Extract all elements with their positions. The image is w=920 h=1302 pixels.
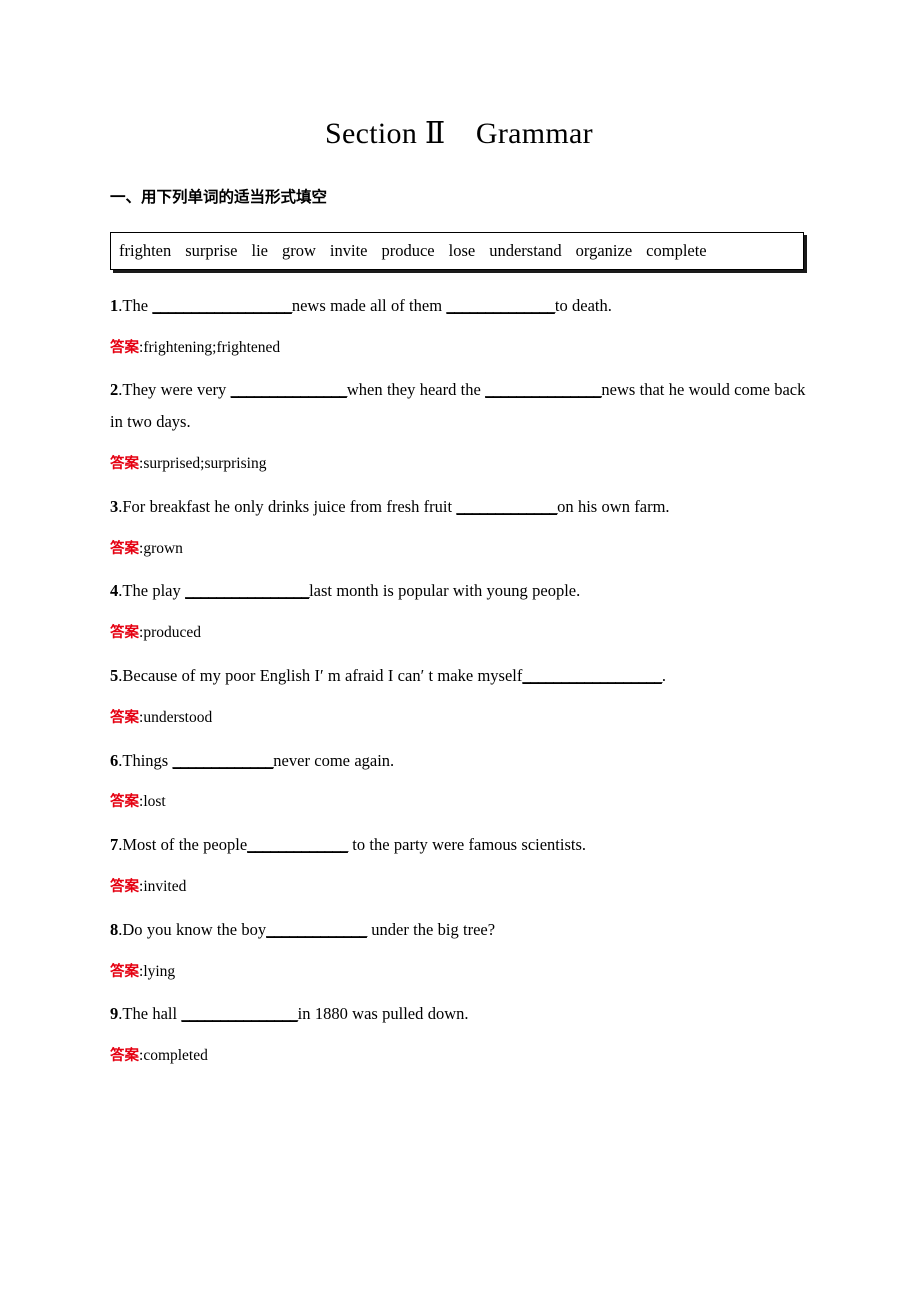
answer-label: 答案	[110, 339, 139, 356]
question-fragment: when they heard the	[346, 380, 486, 400]
answer-line: 答案:understood	[110, 692, 808, 730]
answer-line: 答案:invited	[110, 861, 808, 899]
answer-label: 答案	[110, 540, 139, 557]
answer-blank[interactable]: ______________	[446, 296, 555, 315]
answer-value: lost	[143, 793, 166, 811]
word-bank-word: invite	[329, 240, 368, 260]
question-fragment: under the big tree?	[366, 919, 496, 939]
question-fragment: .The hall	[118, 1004, 182, 1024]
answer-blank[interactable]: ________________	[185, 581, 310, 600]
question-number: 7	[110, 835, 119, 855]
answer-label: 答案	[110, 709, 139, 726]
word-bank-box: frighten surprise lie grow invite produce lose…	[110, 231, 804, 270]
answer-blank[interactable]: __________________	[522, 666, 662, 685]
answer-value: produced	[143, 624, 201, 642]
question-number: 3	[110, 496, 119, 516]
answer-value: frightening;frightened	[143, 338, 281, 356]
word-bank-word: surprise	[185, 240, 238, 260]
answer-line: 答案:lost	[110, 776, 808, 814]
question-fragment: to the party were famous scientists.	[347, 835, 587, 855]
answer-value: grown	[143, 539, 183, 557]
question-number: 5	[110, 665, 119, 685]
question-text: 1.The __________________news made all of…	[110, 270, 808, 322]
answer-blank[interactable]: __________________	[152, 296, 292, 315]
question-fragment: in 1880 was pulled down.	[297, 1004, 469, 1024]
question-text: 3.For breakfast he only drinks juice fro…	[110, 476, 808, 523]
question-text: 4.The play ________________last month is…	[110, 560, 808, 607]
word-bank-word: frighten	[119, 240, 172, 260]
word-bank-word: lie	[251, 240, 268, 260]
question-fragment: .Things	[118, 750, 173, 770]
answer-label: 答案	[110, 625, 139, 642]
answer-blank[interactable]: _____________	[173, 751, 274, 770]
section-heading: 一、用下列单词的适当形式填空	[110, 188, 328, 207]
question-fragment: last month is popular with young people.	[309, 581, 581, 601]
question-text: 9.The hall _______________in 1880 was pu…	[110, 983, 808, 1030]
answer-label: 答案	[110, 456, 139, 473]
answer-line: 答案:completed	[110, 1030, 808, 1068]
answer-label: 答案	[110, 879, 139, 896]
answer-value: surprised;surprising	[143, 455, 267, 473]
word-bank-word: complete	[646, 240, 707, 260]
question-fragment: .	[661, 665, 666, 685]
question-fragment: .Most of the people	[118, 835, 248, 855]
question-number: 6	[110, 750, 119, 770]
answer-line: 答案:surprised;surprising	[110, 438, 808, 476]
answer-line: 答案:lying	[110, 946, 808, 984]
word-bank-word: produce	[381, 240, 435, 260]
word-bank-wrapper: frighten surprise lie grow invite produce lose…	[110, 231, 808, 270]
answer-blank[interactable]: _____________	[456, 497, 557, 516]
exercise-list: 1.The __________________news made all of…	[110, 270, 808, 1068]
question-text: 7.Most of the people_____________ to the…	[110, 814, 808, 861]
answer-blank[interactable]: _______________	[181, 1004, 298, 1023]
question-text: 8.Do you know the boy_____________ under…	[110, 899, 808, 946]
answer-value: understood	[143, 708, 213, 726]
question-text: 5.Because of my poor English I′ m afraid…	[110, 645, 808, 692]
question-text: 2.They were very _______________when the…	[110, 359, 808, 438]
answer-line: 答案:produced	[110, 607, 808, 645]
question-fragment: news made all of them	[291, 295, 447, 315]
answer-label: 答案	[110, 1048, 139, 1065]
answer-value: invited	[143, 878, 187, 896]
question-number: 4	[110, 581, 119, 601]
answer-blank[interactable]: _______________	[485, 380, 602, 399]
question-number: 1	[110, 295, 119, 315]
question-number: 2	[110, 380, 119, 400]
word-bank-word: organize	[575, 240, 633, 260]
answer-value: lying	[143, 962, 176, 980]
answer-label: 答案	[110, 963, 139, 980]
question-fragment: .The	[118, 295, 153, 315]
word-bank-word: understand	[489, 240, 562, 260]
answer-blank[interactable]: _______________	[231, 380, 348, 399]
question-fragment: .Do you know the boy	[118, 919, 267, 939]
answer-line: 答案:frightening;frightened	[110, 322, 808, 360]
answer-blank[interactable]: _____________	[266, 920, 367, 939]
page-title: Section Ⅱ Grammar	[325, 117, 593, 150]
word-bank-list: frighten surprise lie grow invite produce lose…	[119, 241, 707, 261]
question-number: 9	[110, 1004, 119, 1024]
question-fragment: .For breakfast he only drinks juice from…	[118, 496, 457, 516]
answer-line: 答案:grown	[110, 523, 808, 561]
answer-blank[interactable]: _____________	[247, 835, 348, 854]
answer-label: 答案	[110, 794, 139, 811]
question-fragment: .The play	[118, 581, 186, 601]
word-bank-word: lose	[448, 240, 476, 260]
question-fragment: never come again.	[273, 750, 395, 770]
question-fragment: to death.	[554, 295, 612, 315]
document-page: Section Ⅱ Grammar 一、用下列单词的适当形式填空 frighte…	[0, 0, 920, 1302]
question-number: 8	[110, 919, 119, 939]
word-bank-word: grow	[281, 240, 316, 260]
answer-value: completed	[143, 1047, 208, 1065]
question-fragment: .They were very	[118, 380, 231, 400]
question-fragment: on his own farm.	[557, 496, 670, 516]
question-fragment: .Because of my poor English I′ m afraid …	[118, 665, 523, 685]
question-text: 6.Things _____________never come again.	[110, 730, 808, 777]
